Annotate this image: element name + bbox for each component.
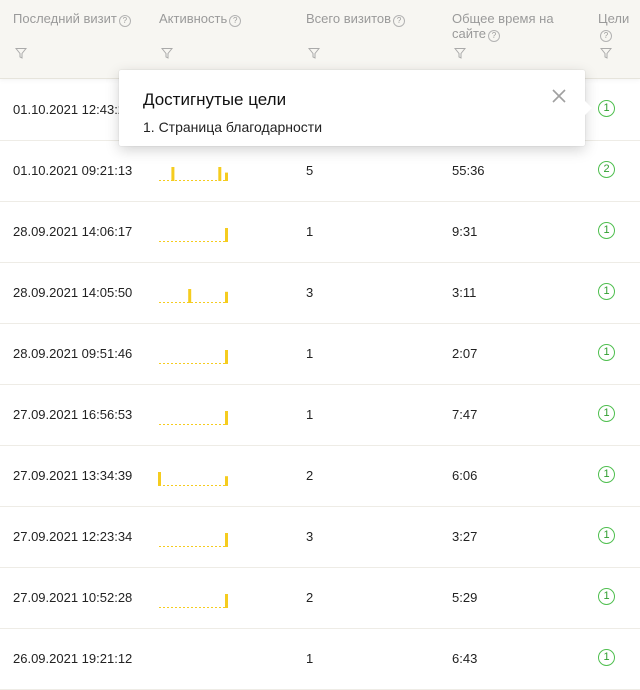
visits-cell: 5	[306, 163, 314, 178]
table-row[interactable]: 27.09.2021 12:23:34 3 3:27 1	[0, 506, 640, 568]
activity-sparkline	[159, 411, 228, 425]
visits-cell: 3	[306, 285, 314, 300]
table-row[interactable]: 26.09.2021 19:21:12 1 6:43 1	[0, 628, 640, 690]
column-header-total-time[interactable]: Общее время на сайте?	[452, 11, 572, 42]
help-circle-icon[interactable]: ?	[229, 15, 242, 27]
time-cell: 3:11	[452, 285, 477, 300]
column-header-total-visits[interactable]: Всего визитов?	[306, 11, 406, 27]
table-row[interactable]: 27.09.2021 10:52:28 2 5:29 1	[0, 567, 640, 629]
visits-cell: 2	[306, 590, 314, 605]
visits-cell: 1	[306, 346, 314, 361]
visits-cell: 3	[306, 529, 314, 544]
column-label: Цели	[598, 11, 630, 26]
activity-bar	[225, 594, 228, 608]
activity-bar	[225, 476, 228, 486]
activity-sparkline	[159, 289, 228, 303]
last-visit-cell: 26.09.2021 19:21:12	[13, 651, 133, 666]
visits-cell: 1	[306, 224, 314, 239]
activity-sparkline	[159, 167, 228, 181]
goals-badge[interactable]: 1	[598, 649, 615, 666]
table-row[interactable]: 28.09.2021 14:06:17 1 9:31 1	[0, 201, 640, 263]
goals-badge[interactable]: 1	[598, 222, 615, 239]
activity-sparkline	[159, 533, 228, 547]
filter-icon[interactable]	[600, 47, 612, 59]
goal-list-item: 1. Страница благодарности	[143, 119, 323, 135]
table-row[interactable]: 28.09.2021 09:51:46 1 2:07 1	[0, 323, 640, 385]
last-visit-cell: 27.09.2021 10:52:28	[13, 590, 133, 605]
last-visit-cell: 28.09.2021 14:06:17	[13, 224, 133, 239]
goals-badge[interactable]: 1	[598, 588, 615, 605]
table-header: Последний визит? Активность? Всего визит…	[0, 0, 640, 79]
time-cell: 5:29	[452, 590, 478, 605]
activity-bar	[225, 411, 228, 425]
column-header-activity[interactable]: Активность?	[159, 11, 242, 27]
activity-sparkline	[159, 228, 228, 242]
table-row[interactable]: 27.09.2021 13:34:39 2 6:06 1	[0, 445, 640, 507]
column-label: Всего визитов	[306, 11, 392, 26]
activity-sparkline	[159, 594, 228, 608]
goals-popup: Достигнутые цели 1. Страница благодарнос…	[119, 70, 592, 146]
visits-cell: 2	[306, 468, 314, 483]
help-circle-icon[interactable]: ?	[393, 15, 406, 27]
goals-badge[interactable]: 1	[598, 100, 615, 117]
filter-icon[interactable]	[15, 47, 27, 59]
help-circle-icon[interactable]: ?	[488, 30, 501, 42]
activity-bar	[158, 472, 161, 486]
activity-bar	[225, 172, 228, 181]
last-visit-cell: 28.09.2021 09:51:46	[13, 346, 133, 361]
visits-cell: 1	[306, 407, 314, 422]
column-header-last-visit[interactable]: Последний визит?	[13, 11, 131, 27]
goals-badge[interactable]: 2	[598, 161, 615, 178]
time-cell: 7:47	[452, 407, 478, 422]
activity-bar	[218, 167, 222, 181]
table-row[interactable]: 27.09.2021 16:56:53 1 7:47 1	[0, 384, 640, 446]
activity-bar	[171, 167, 175, 181]
table-row[interactable]: 01.10.2021 09:21:13 5 55:36 2	[0, 140, 640, 202]
goals-badge[interactable]: 1	[598, 466, 615, 483]
activity-bar	[225, 350, 228, 364]
column-header-goals[interactable]: Цели?	[598, 11, 640, 42]
goals-badge[interactable]: 1	[598, 405, 615, 422]
activity-bar	[225, 291, 228, 303]
time-cell: 3:27	[452, 529, 478, 544]
activity-sparkline	[159, 350, 228, 364]
last-visit-cell: 27.09.2021 16:56:53	[13, 407, 133, 422]
time-cell: 2:07	[452, 346, 478, 361]
goals-badge[interactable]: 1	[598, 344, 615, 361]
close-icon[interactable]	[551, 88, 567, 104]
time-cell: 55:36	[452, 163, 485, 178]
goals-badge[interactable]: 1	[598, 283, 615, 300]
activity-bar	[225, 533, 228, 547]
last-visit-cell: 27.09.2021 13:34:39	[13, 468, 133, 483]
time-cell: 6:06	[452, 468, 478, 483]
activity-sparkline	[158, 648, 228, 670]
last-visit-cell: 28.09.2021 14:05:50	[13, 285, 133, 300]
filter-icon[interactable]	[308, 47, 320, 59]
last-visit-cell: 27.09.2021 12:23:34	[13, 529, 133, 544]
popup-title: Достигнутые цели	[143, 90, 287, 109]
filter-icon[interactable]	[454, 47, 466, 59]
filter-icon[interactable]	[161, 47, 173, 59]
column-label: Активность	[159, 11, 228, 26]
last-visit-cell: 01.10.2021 09:21:13	[13, 163, 133, 178]
table-row[interactable]: 28.09.2021 14:05:50 3 3:11 1	[0, 262, 640, 324]
goals-badge[interactable]: 1	[598, 527, 615, 544]
column-label: Общее время на сайте	[452, 11, 554, 41]
help-circle-icon[interactable]: ?	[600, 30, 612, 42]
activity-bar	[225, 228, 228, 242]
column-label: Последний визит	[13, 11, 117, 26]
activity-bar	[188, 289, 192, 303]
last-visit-cell: 01.10.2021 12:43:2	[13, 102, 126, 117]
activity-sparkline	[158, 472, 228, 486]
time-cell: 6:43	[452, 651, 478, 666]
visits-cell: 1	[306, 651, 314, 666]
time-cell: 9:31	[452, 224, 478, 239]
help-circle-icon[interactable]: ?	[118, 15, 131, 27]
